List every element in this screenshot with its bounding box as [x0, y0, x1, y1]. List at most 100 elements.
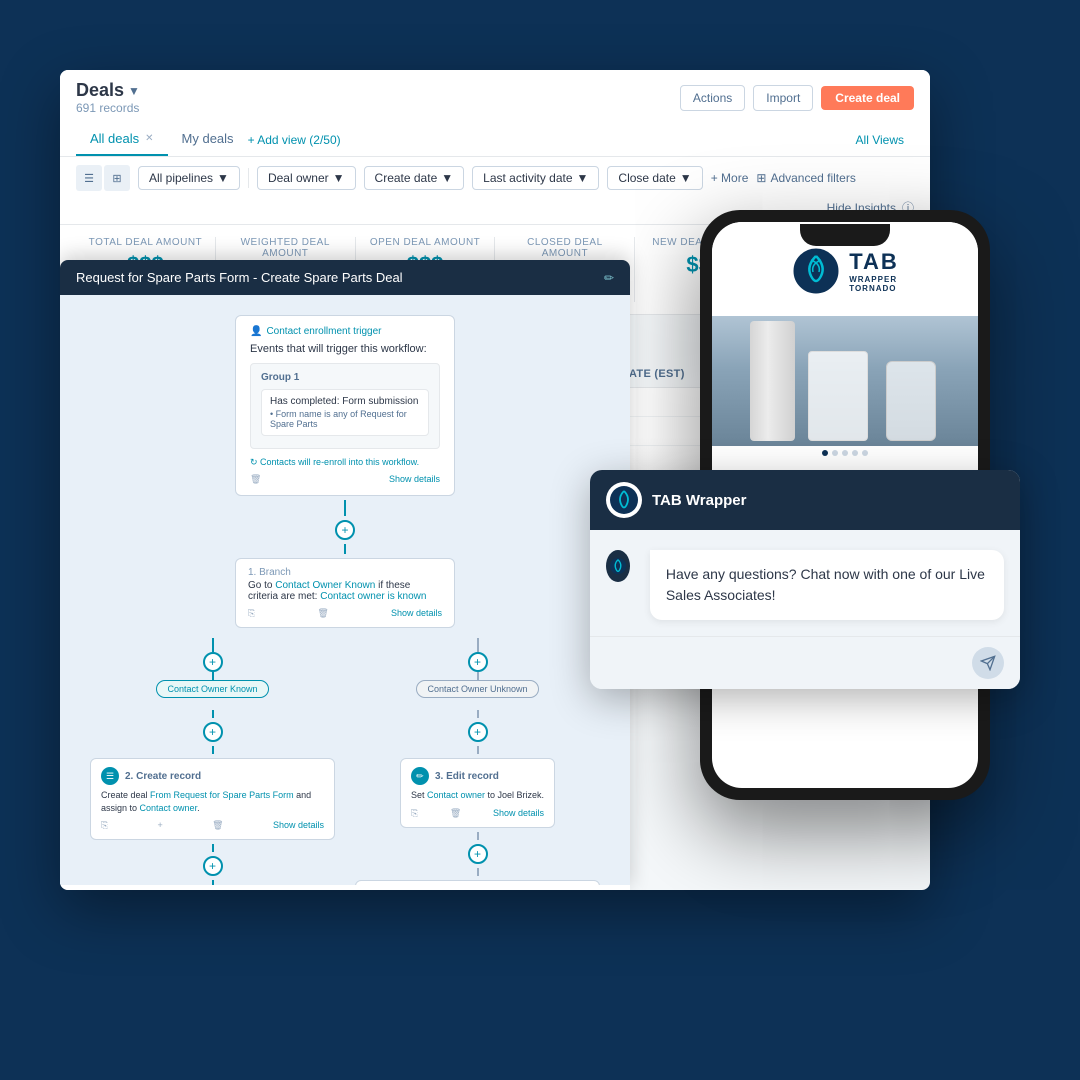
- condition-detail: • Form name is any of Request for Spare …: [270, 409, 420, 429]
- branch-actions: ⎘ 🗑 Show details: [248, 608, 442, 619]
- trash-icon[interactable]: 🗑: [250, 474, 261, 485]
- list-view-button[interactable]: ☰: [76, 165, 102, 191]
- wf-branch-known-col: + Contact Owner Known + ☰ 2. Create reco…: [90, 638, 335, 885]
- close-date-icon: ▼: [680, 171, 692, 185]
- contact-link-3: Contact owner: [427, 790, 485, 800]
- metric-total-label: TOTAL DEAL AMOUNT: [86, 237, 205, 248]
- phone-notch: [800, 224, 890, 246]
- import-button[interactable]: Import: [753, 85, 813, 111]
- pipelines-dropdown-icon: ▼: [217, 171, 229, 185]
- grid-view-button[interactable]: ⊞: [104, 165, 130, 191]
- wf-group: Group 1 Has completed: Form submission •…: [250, 363, 440, 449]
- actions-button[interactable]: Actions: [680, 85, 745, 111]
- add-known-action[interactable]: +: [203, 722, 223, 742]
- advanced-filters[interactable]: ⊞ Advanced filters: [756, 171, 855, 185]
- filter-separator: [248, 168, 249, 188]
- send-icon: [980, 655, 996, 671]
- phone-product-image: [712, 316, 978, 446]
- more-filters[interactable]: + More: [711, 171, 749, 185]
- copy-icon-3[interactable]: ⎘: [411, 808, 418, 819]
- logo-sub-2: TORNADO: [849, 284, 899, 293]
- branch-known-tag: Contact Owner Known: [156, 680, 268, 698]
- chat-footer: [590, 636, 1020, 689]
- workflow-title: Request for Spare Parts Form - Create Sp…: [76, 270, 403, 285]
- chat-title: TAB Wrapper: [652, 492, 746, 509]
- reenroll-text: Contacts will re-enroll into this workfl…: [260, 457, 419, 467]
- add-after-3[interactable]: +: [468, 844, 488, 864]
- add-unknown-action[interactable]: +: [468, 722, 488, 742]
- dot-4: [852, 450, 858, 456]
- owner-link-1: Contact owner: [140, 803, 198, 813]
- criteria-link[interactable]: Contact owner is known: [320, 591, 426, 602]
- wf-trigger-actions: 🗑 Show details: [250, 474, 440, 485]
- trash-icon-branch[interactable]: 🗑: [317, 608, 328, 619]
- dot-1: [822, 450, 828, 456]
- crm-header: Deals ▼ 691 records Actions Import Creat…: [60, 70, 930, 157]
- close-date-label: Close date: [618, 171, 675, 185]
- show-details-2[interactable]: Show details: [273, 820, 324, 831]
- wf-condition: Has completed: Form submission • Form na…: [261, 389, 429, 436]
- action-3-actions: ⎘ 🗑 Show details: [411, 808, 544, 819]
- add-unknown-step[interactable]: +: [468, 652, 488, 672]
- tab-logo: TAB WRAPPER TORNADO: [791, 246, 899, 296]
- advanced-label: Advanced filters: [770, 171, 855, 185]
- show-details-3[interactable]: Show details: [493, 808, 544, 819]
- wrap-roll-3: [886, 361, 936, 441]
- show-details-link[interactable]: Show details: [389, 474, 440, 485]
- edit-icon[interactable]: ✏: [604, 271, 614, 285]
- copy-icon[interactable]: ⎘: [248, 608, 255, 619]
- crm-title: Deals ▼: [76, 80, 140, 101]
- trash-icon-3[interactable]: 🗑: [450, 808, 461, 819]
- deal-owner-label: Deal owner: [268, 171, 329, 185]
- tab-close-icon[interactable]: ✕: [145, 133, 153, 144]
- send-button[interactable]: [972, 647, 1004, 679]
- add-icon-2[interactable]: +: [158, 820, 163, 831]
- tab-logo-text: TAB WRAPPER TORNADO: [849, 249, 899, 293]
- metric-closed-label: CLOSED DEAL AMOUNT: [505, 237, 624, 259]
- all-pipelines-filter[interactable]: All pipelines ▼: [138, 166, 240, 190]
- action-box-4: ☰ 4. Create record Create deal From Requ…: [355, 880, 600, 885]
- copy-icon-2[interactable]: ⎘: [101, 820, 108, 831]
- wf-connector-1: [90, 500, 600, 516]
- create-date-label: Create date: [375, 171, 438, 185]
- add-view-link[interactable]: + Add view (2/50): [248, 125, 341, 155]
- last-activity-label: Last activity date: [483, 171, 572, 185]
- form-link-1: From Request for Spare Parts Form: [150, 790, 294, 800]
- screenshot-container: Deals ▼ 691 records Actions Import Creat…: [60, 70, 1020, 1010]
- all-views-link[interactable]: All Views: [846, 125, 914, 155]
- brand-icon: [609, 485, 639, 515]
- create-date-filter[interactable]: Create date ▼: [364, 166, 465, 190]
- chat-bot-icon: [606, 550, 630, 582]
- add-known-step[interactable]: +: [203, 652, 223, 672]
- tab-logo-icon: [791, 246, 841, 296]
- action-2-text: Create deal From Request for Spare Parts…: [101, 789, 324, 814]
- close-date-filter[interactable]: Close date ▼: [607, 166, 702, 190]
- metric-weighted-label: WEIGHTED DEAL AMOUNT: [226, 237, 345, 259]
- branch-show-details[interactable]: Show details: [391, 608, 442, 619]
- trash-icon-2[interactable]: 🗑: [212, 820, 223, 831]
- deals-title: Deals: [76, 80, 124, 101]
- action-3-icon: ✏: [411, 767, 429, 785]
- wf-trigger-text: Events that will trigger this workflow:: [250, 343, 440, 355]
- title-dropdown-icon[interactable]: ▼: [128, 84, 140, 98]
- wrap-roll-1: [750, 321, 795, 441]
- add-after-2[interactable]: +: [203, 856, 223, 876]
- chat-header: TAB Wrapper: [590, 470, 1020, 530]
- tornado-chat-icon: [609, 557, 627, 575]
- wf-branch-unknown-col: + Contact Owner Unknown + ✏ 3. Edit reco…: [355, 638, 600, 885]
- add-step-button-1[interactable]: +: [335, 520, 355, 540]
- chat-body: Have any questions? Chat now with one of…: [590, 530, 1020, 636]
- last-activity-filter[interactable]: Last activity date ▼: [472, 166, 599, 190]
- wf-trigger-box: 👤 Contact enrollment trigger Events that…: [235, 315, 455, 496]
- deal-owner-filter[interactable]: Deal owner ▼: [257, 166, 356, 190]
- tab-my-deals[interactable]: My deals: [168, 123, 248, 156]
- create-deal-button[interactable]: Create deal: [821, 86, 914, 110]
- tab-all-deals[interactable]: All deals ✕: [76, 123, 168, 156]
- view-toggle: ☰ ⊞: [76, 165, 130, 191]
- contact-owner-known-link[interactable]: Contact Owner Known: [275, 580, 375, 591]
- pipelines-label: All pipelines: [149, 171, 213, 185]
- action-3-header: ✏ 3. Edit record: [411, 767, 544, 785]
- deal-owner-icon: ▼: [333, 171, 345, 185]
- tab-my-deals-label: My deals: [182, 131, 234, 146]
- chat-avatar: [606, 482, 642, 518]
